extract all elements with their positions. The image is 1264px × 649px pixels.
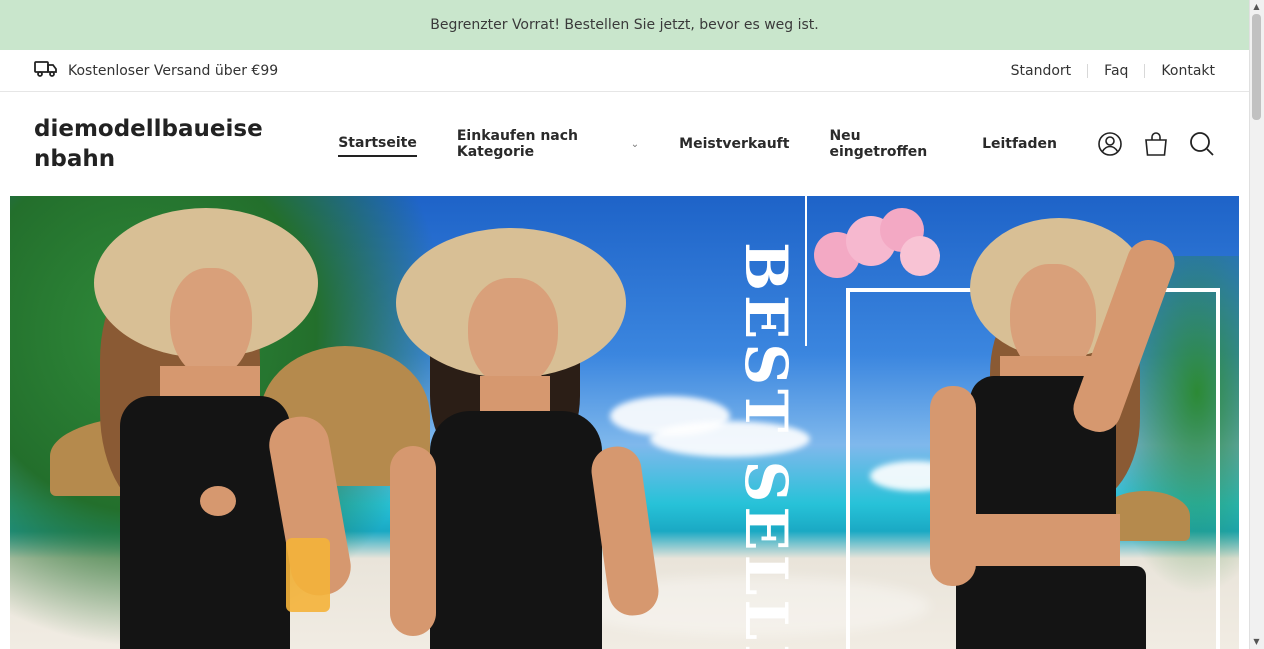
hero-text: BEST SELLE <box>732 242 800 649</box>
main-nav: Startseite Einkaufen nach Kategorie ⌄ Mei… <box>338 124 1097 164</box>
nav-einkaufen-nach-kategorie[interactable]: Einkaufen nach Kategorie ⌄ <box>457 124 639 164</box>
link-kontakt[interactable]: Kontakt <box>1144 63 1215 78</box>
utility-bar: Kostenloser Versand über €99 Standort Fa… <box>0 50 1249 92</box>
shipping-text: Kostenloser Versand über €99 <box>68 62 279 79</box>
shipping-info: Kostenloser Versand über €99 <box>34 60 278 82</box>
page-scrollbar[interactable]: ▲ ▼ <box>1249 0 1264 649</box>
nav-label: Leitfaden <box>982 136 1057 152</box>
utility-links: Standort Faq Kontakt <box>1011 63 1215 78</box>
nav-startseite[interactable]: Startseite <box>338 131 417 157</box>
announcement-bar: Begrenzter Vorrat! Bestellen Sie jetzt, … <box>0 0 1249 50</box>
nav-leitfaden[interactable]: Leitfaden <box>982 132 1057 156</box>
link-standort[interactable]: Standort <box>1011 64 1088 78</box>
site-logo[interactable]: diemodellbaueisenbahn <box>34 114 276 174</box>
scrollbar-thumb[interactable] <box>1252 14 1261 120</box>
header-icons <box>1097 131 1215 157</box>
site-header: diemodellbaueisenbahn Startseite Einkauf… <box>0 92 1249 196</box>
nav-label: Meistverkauft <box>679 136 790 152</box>
nav-label: Einkaufen nach Kategorie <box>456 128 579 160</box>
nav-label: Startseite <box>338 135 417 151</box>
nav-label: Neu eingetroffen <box>829 128 928 160</box>
truck-icon <box>34 60 58 82</box>
hero-banner[interactable]: BEST SELLE <box>10 196 1239 649</box>
flower-shape <box>900 236 940 276</box>
chevron-down-icon: ⌄ <box>630 138 640 150</box>
divider-line <box>805 196 807 346</box>
announcement-text: Begrenzter Vorrat! Bestellen Sie jetzt, … <box>430 17 819 33</box>
nav-neu-eingetroffen[interactable]: Neu eingetroffen <box>829 124 942 164</box>
scroll-down-arrow-icon[interactable]: ▼ <box>1251 637 1262 647</box>
search-icon[interactable] <box>1189 131 1215 157</box>
nav-meistverkauft[interactable]: Meistverkauft <box>679 132 789 156</box>
link-faq[interactable]: Faq <box>1087 63 1144 78</box>
account-icon[interactable] <box>1097 131 1123 157</box>
scroll-up-arrow-icon[interactable]: ▲ <box>1251 2 1262 12</box>
cart-icon[interactable] <box>1143 131 1169 157</box>
